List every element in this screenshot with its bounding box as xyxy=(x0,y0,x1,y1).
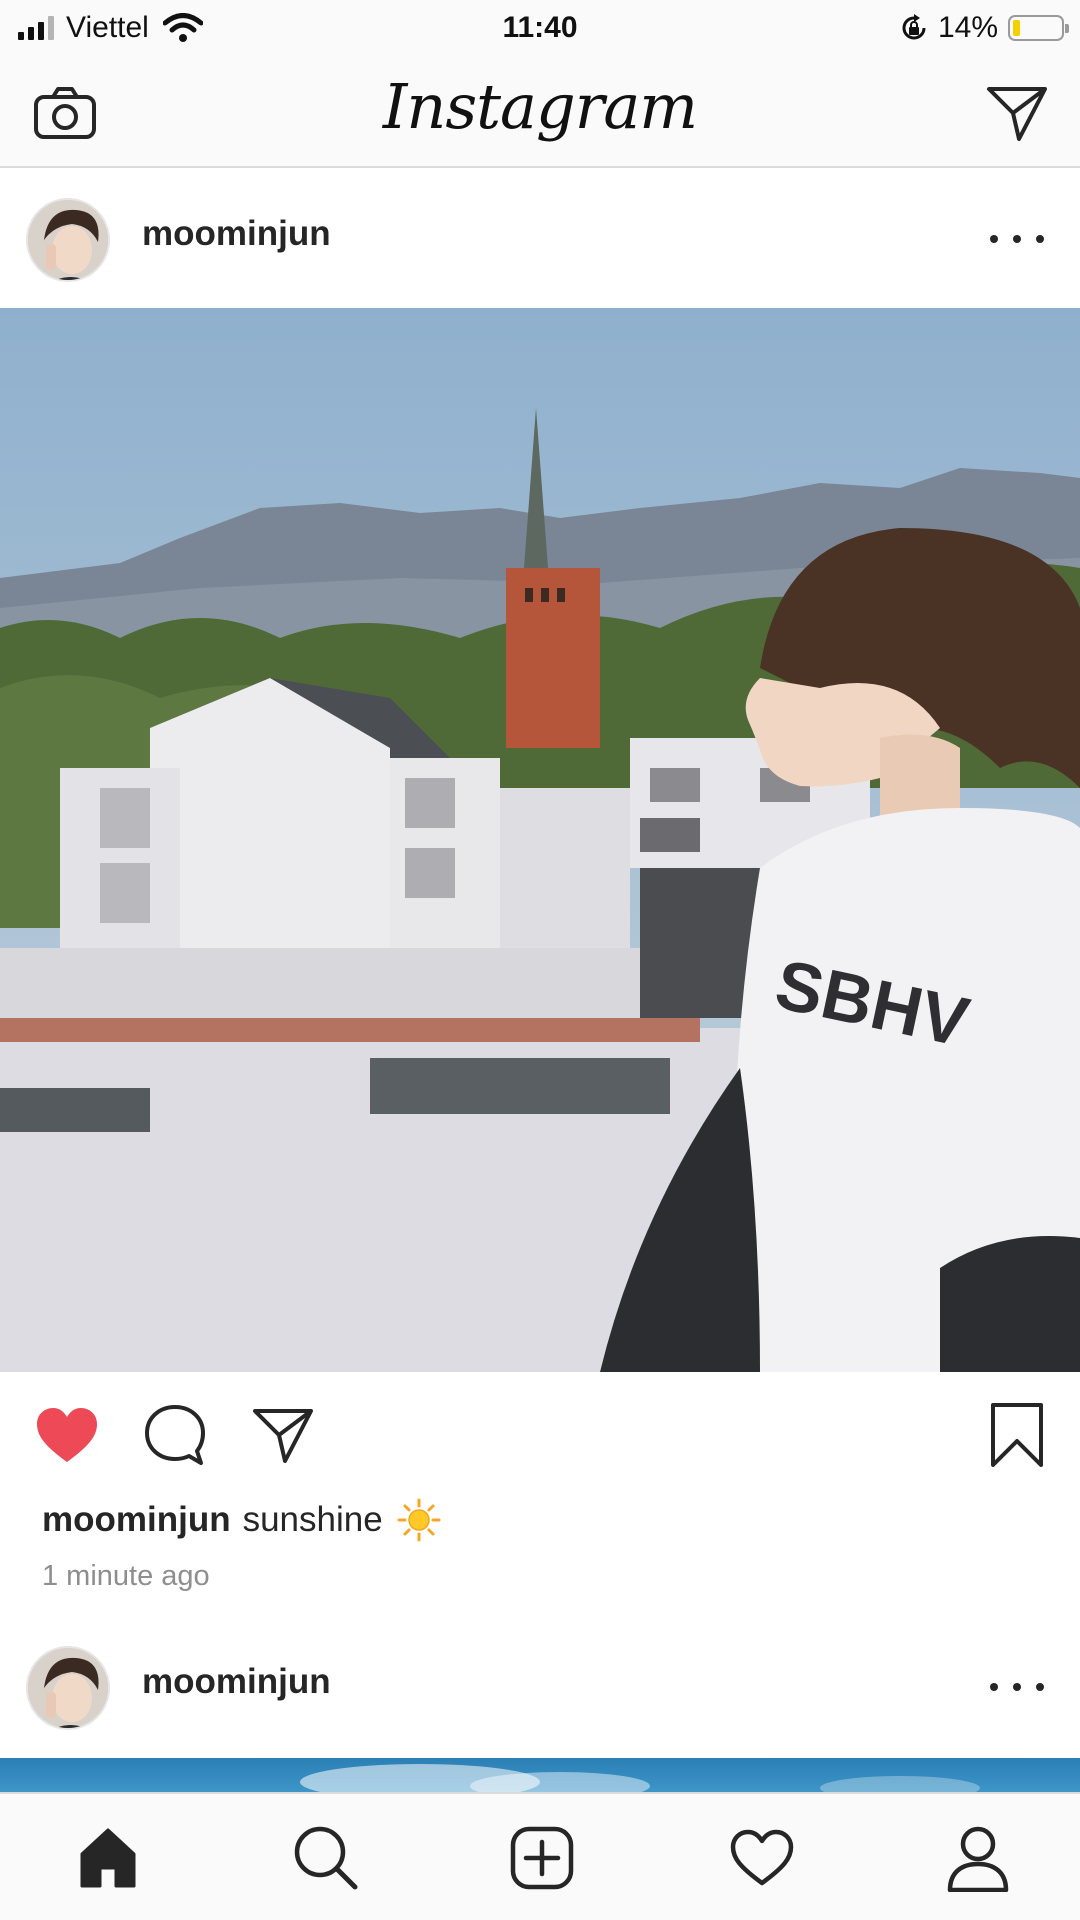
caption-username[interactable]: moominjun xyxy=(42,1500,231,1540)
status-bar: Viettel 11:40 14% xyxy=(0,0,1080,56)
post-actions xyxy=(0,1372,1080,1492)
avatar[interactable] xyxy=(26,198,110,282)
battery-fill xyxy=(1013,20,1020,36)
comment-icon[interactable] xyxy=(142,1402,208,1468)
post-photo[interactable] xyxy=(0,1758,1080,1792)
avatar[interactable] xyxy=(26,1646,110,1730)
post-header: moominjun xyxy=(0,1618,1080,1758)
post-username[interactable]: moominjun xyxy=(142,214,331,254)
battery-percent: 14% xyxy=(937,11,998,44)
app-header: Instagram xyxy=(0,56,1080,168)
app-logo: Instagram xyxy=(382,70,698,143)
battery-icon xyxy=(1008,15,1069,41)
more-options-icon[interactable] xyxy=(990,224,1044,254)
post-caption: moominjun sunshine xyxy=(42,1498,441,1542)
orientation-lock-icon xyxy=(902,14,926,40)
profile-icon[interactable] xyxy=(940,1820,1016,1896)
share-icon[interactable] xyxy=(250,1402,316,1468)
heart-icon[interactable] xyxy=(34,1402,100,1468)
add-post-icon[interactable] xyxy=(504,1820,580,1896)
activity-heart-icon[interactable] xyxy=(724,1820,800,1896)
post-header: moominjun xyxy=(0,170,1080,310)
post-photo[interactable]: SBHV xyxy=(0,308,1080,1372)
bottom-tab-bar xyxy=(0,1792,1080,1920)
post-timestamp: 1 minute ago xyxy=(42,1560,210,1592)
bookmark-icon[interactable] xyxy=(984,1402,1050,1468)
sun-emoji xyxy=(397,1498,441,1542)
search-icon[interactable] xyxy=(288,1820,364,1896)
direct-message-icon[interactable] xyxy=(982,78,1052,148)
post-username[interactable]: moominjun xyxy=(142,1662,331,1702)
more-options-icon[interactable] xyxy=(990,1672,1044,1702)
caption-text: sunshine xyxy=(242,1500,383,1539)
status-right: 14% xyxy=(900,8,1069,48)
home-icon[interactable] xyxy=(70,1820,146,1896)
